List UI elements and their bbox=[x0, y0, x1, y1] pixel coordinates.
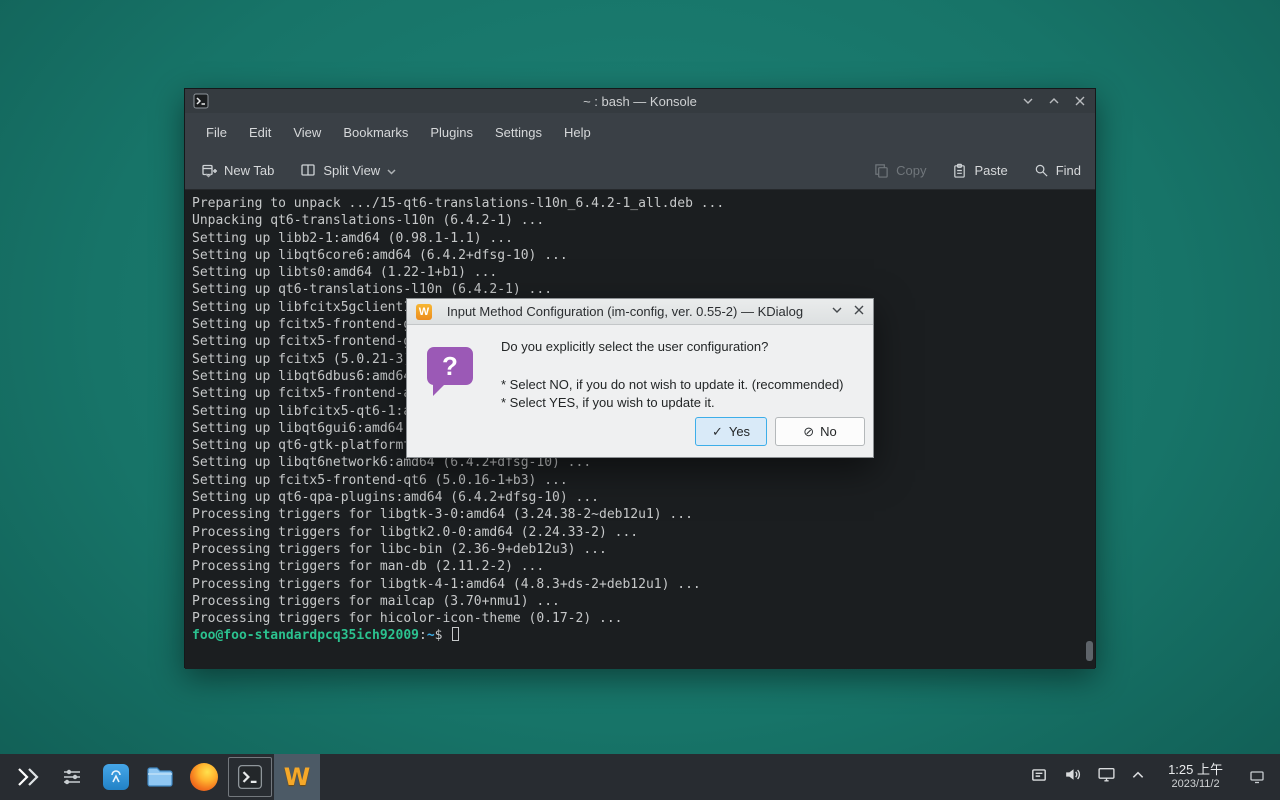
konsole-titlebar[interactable]: ~ : bash — Konsole bbox=[185, 89, 1095, 113]
new-tab-button[interactable]: New Tab bbox=[201, 162, 274, 178]
question-icon-tail bbox=[433, 383, 446, 396]
prompt-separator: : bbox=[419, 628, 427, 643]
terminal-line: Processing triggers for man-db (2.11.2-2… bbox=[192, 558, 1095, 575]
menu-bookmarks[interactable]: Bookmarks bbox=[332, 120, 419, 145]
question-icon: ? bbox=[427, 347, 473, 385]
menu-edit[interactable]: Edit bbox=[238, 120, 282, 145]
clock-date: 2023/11/2 bbox=[1168, 777, 1223, 792]
konsole-taskbar-button[interactable] bbox=[228, 757, 272, 797]
maximize-button[interactable] bbox=[1045, 92, 1063, 110]
no-button[interactable]: ⊘ No bbox=[775, 417, 865, 446]
menu-file[interactable]: File bbox=[195, 120, 238, 145]
terminal-line: Unpacking qt6-translations-l10n (6.4.2-1… bbox=[192, 212, 1095, 229]
close-button[interactable] bbox=[1071, 92, 1089, 110]
terminal-line: Preparing to unpack .../15-qt6-translati… bbox=[192, 195, 1095, 212]
discover-icon bbox=[103, 764, 129, 790]
konsole-menubar: File Edit View Bookmarks Plugins Setting… bbox=[185, 113, 1095, 151]
find-label: Find bbox=[1056, 163, 1081, 178]
terminal-cursor bbox=[452, 627, 459, 641]
dialog-question: Do you explicitly select the user config… bbox=[501, 339, 863, 354]
more-actions-icon[interactable] bbox=[831, 303, 843, 321]
chevron-down-icon bbox=[205, 166, 212, 181]
terminal-line: Setting up qt6-translations-l10n (6.4.2-… bbox=[192, 281, 1095, 298]
terminal-line: Processing triggers for libc-bin (2.36-9… bbox=[192, 541, 1095, 558]
task-manager-settings-button[interactable] bbox=[50, 754, 94, 800]
kdialog-body: ? Do you explicitly select the user conf… bbox=[407, 325, 873, 458]
firefox-button[interactable] bbox=[182, 754, 226, 800]
paste-button[interactable]: Paste bbox=[952, 163, 1007, 178]
copy-button[interactable]: Copy bbox=[874, 163, 926, 178]
konsole-toolbar: New Tab Split View Copy Paste Find bbox=[185, 151, 1095, 189]
app-launcher-button[interactable] bbox=[6, 754, 50, 800]
terminal-line: Setting up libqt6core6:amd64 (6.4.2+dfsg… bbox=[192, 247, 1095, 264]
minimize-button[interactable] bbox=[1019, 92, 1037, 110]
prompt-user-host: foo@foo-standardpcq35ich92009 bbox=[192, 628, 419, 643]
terminal-line: Processing triggers for libgtk2.0-0:amd6… bbox=[192, 524, 1095, 541]
terminal-line: Processing triggers for libgtk-3-0:amd64… bbox=[192, 506, 1095, 523]
terminal-line: Setting up libb2-1:amd64 (0.98.1-1.1) ..… bbox=[192, 230, 1095, 247]
display-icon[interactable] bbox=[1097, 765, 1116, 789]
find-icon bbox=[1034, 163, 1049, 178]
cancel-icon: ⊘ bbox=[803, 424, 814, 440]
launcher-icon bbox=[15, 766, 41, 788]
dolphin-file-manager-button[interactable] bbox=[138, 754, 182, 800]
kdialog-title: Input Method Configuration (im-config, v… bbox=[437, 304, 813, 319]
terminal-line: Processing triggers for mailcap (3.70+nm… bbox=[192, 593, 1095, 610]
window-title: ~ : bash — Konsole bbox=[185, 94, 1095, 109]
check-icon: ✓ bbox=[712, 424, 723, 440]
kdialog-titlebar[interactable]: W Input Method Configuration (im-config,… bbox=[407, 299, 873, 325]
paste-label: Paste bbox=[974, 163, 1007, 178]
show-desktop-icon bbox=[1249, 769, 1265, 785]
copy-label: Copy bbox=[896, 163, 926, 178]
dialog-option-no: * Select NO, if you do not wish to updat… bbox=[501, 376, 863, 394]
folder-icon bbox=[145, 764, 175, 790]
scrollbar-thumb[interactable] bbox=[1086, 641, 1093, 661]
close-icon[interactable] bbox=[853, 303, 865, 321]
clock[interactable]: 1:25 上午 2023/11/2 bbox=[1160, 762, 1231, 792]
paste-icon bbox=[952, 163, 967, 178]
split-view-button[interactable]: Split View bbox=[300, 162, 396, 178]
split-view-icon bbox=[300, 162, 316, 178]
show-desktop-button[interactable] bbox=[1246, 754, 1268, 800]
yes-button[interactable]: ✓ Yes bbox=[695, 417, 767, 446]
discover-button[interactable] bbox=[94, 754, 138, 800]
sliders-icon bbox=[60, 765, 84, 789]
prompt-path: ~ bbox=[427, 628, 435, 643]
terminal-line: Processing triggers for hicolor-icon-the… bbox=[192, 610, 1095, 627]
yes-button-label: Yes bbox=[729, 424, 750, 439]
chevron-down-icon bbox=[387, 163, 396, 178]
kdialog-taskbar-button[interactable]: W bbox=[274, 754, 320, 800]
im-config-icon: W bbox=[416, 304, 432, 320]
taskbar: W 1:25 上午 2023/11/2 bbox=[0, 754, 1280, 800]
shell-prompt: foo@foo-standardpcq35ich92009:~$ bbox=[192, 627, 1095, 644]
prompt-symbol: $ bbox=[435, 628, 451, 643]
find-button[interactable]: Find bbox=[1034, 163, 1081, 178]
terminal-scrollbar[interactable] bbox=[1085, 192, 1093, 667]
no-button-label: No bbox=[820, 424, 837, 439]
menu-settings[interactable]: Settings bbox=[484, 120, 553, 145]
menu-help[interactable]: Help bbox=[553, 120, 602, 145]
firefox-icon bbox=[190, 763, 218, 791]
copy-icon bbox=[874, 163, 889, 178]
im-config-icon: W bbox=[284, 763, 310, 791]
volume-icon[interactable] bbox=[1063, 765, 1082, 789]
kdialog-window: W Input Method Configuration (im-config,… bbox=[406, 298, 874, 458]
notifications-icon[interactable] bbox=[1030, 766, 1048, 789]
dialog-option-yes: * Select YES, if you wish to update it. bbox=[501, 394, 863, 412]
expand-tray-icon[interactable] bbox=[1131, 768, 1145, 787]
menu-plugins[interactable]: Plugins bbox=[419, 120, 484, 145]
menu-view[interactable]: View bbox=[282, 120, 332, 145]
new-tab-label: New Tab bbox=[224, 163, 274, 178]
split-view-label: Split View bbox=[323, 163, 380, 178]
terminal-line: Setting up qt6-qpa-plugins:amd64 (6.4.2+… bbox=[192, 489, 1095, 506]
clock-time: 1:25 上午 bbox=[1168, 762, 1223, 777]
terminal-line: Processing triggers for libgtk-4-1:amd64… bbox=[192, 576, 1095, 593]
terminal-line: Setting up libts0:amd64 (1.22-1+b1) ... bbox=[192, 264, 1095, 281]
konsole-icon bbox=[237, 764, 263, 790]
terminal-line: Setting up fcitx5-frontend-qt6 (5.0.16-1… bbox=[192, 472, 1095, 489]
